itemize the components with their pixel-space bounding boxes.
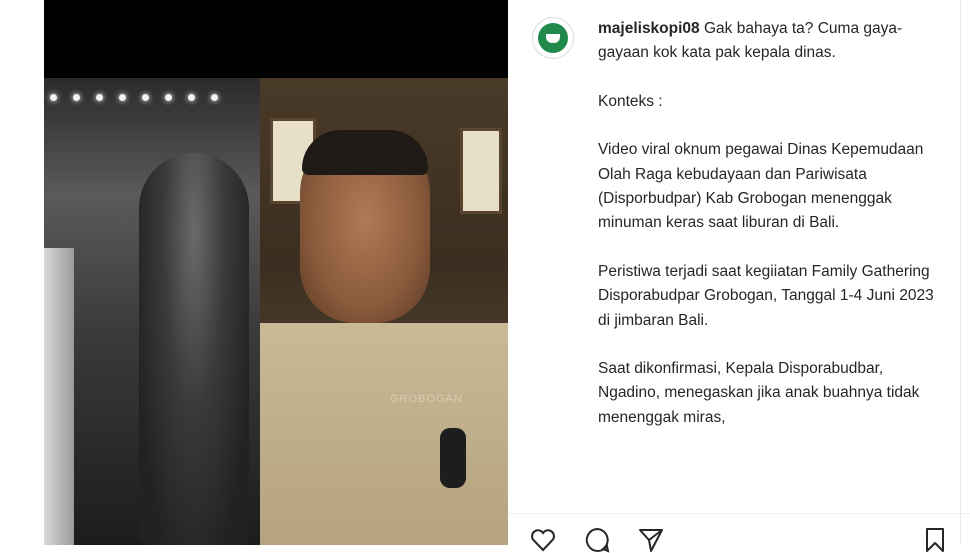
divider [508, 513, 970, 514]
caption-paragraph: Video viral oknum pegawai Dinas Kepemuda… [598, 141, 924, 232]
string-lights [50, 88, 240, 101]
post-caption: majeliskopi08 Gak bahaya ta? Cuma gaya-g… [598, 17, 943, 430]
caption-paragraph: Konteks : [598, 92, 663, 110]
share-icon[interactable] [638, 527, 664, 553]
video-frame-right: GROBOGAN [260, 78, 508, 545]
background-window [460, 128, 502, 214]
bookmark-icon[interactable] [922, 527, 948, 553]
avatar[interactable] [532, 17, 574, 59]
video-frame-left [44, 78, 260, 545]
video-watermark: GROBOGAN [390, 393, 463, 405]
heart-icon[interactable] [530, 527, 556, 553]
comment-icon[interactable] [584, 527, 610, 553]
caption-paragraph: Peristiwa terjadi saat kegiiatan Family … [598, 262, 934, 329]
khaki-uniform [260, 323, 508, 545]
comments-panel: majeliskopi08 Gak bahaya ta? Cuma gaya-g… [508, 0, 970, 553]
microphone [440, 428, 466, 488]
username-link[interactable]: majeliskopi08 [598, 20, 700, 37]
coffee-cup-icon [538, 23, 568, 53]
post-media[interactable]: GROBOGAN [44, 0, 508, 545]
window-edge [960, 0, 961, 545]
official-hair [302, 130, 428, 175]
hooded-person [139, 153, 249, 545]
post-actions [530, 527, 950, 553]
table-edge [44, 248, 74, 545]
caption-paragraph: Saat dikonfirmasi, Kepala Disporabudbar,… [598, 360, 920, 426]
